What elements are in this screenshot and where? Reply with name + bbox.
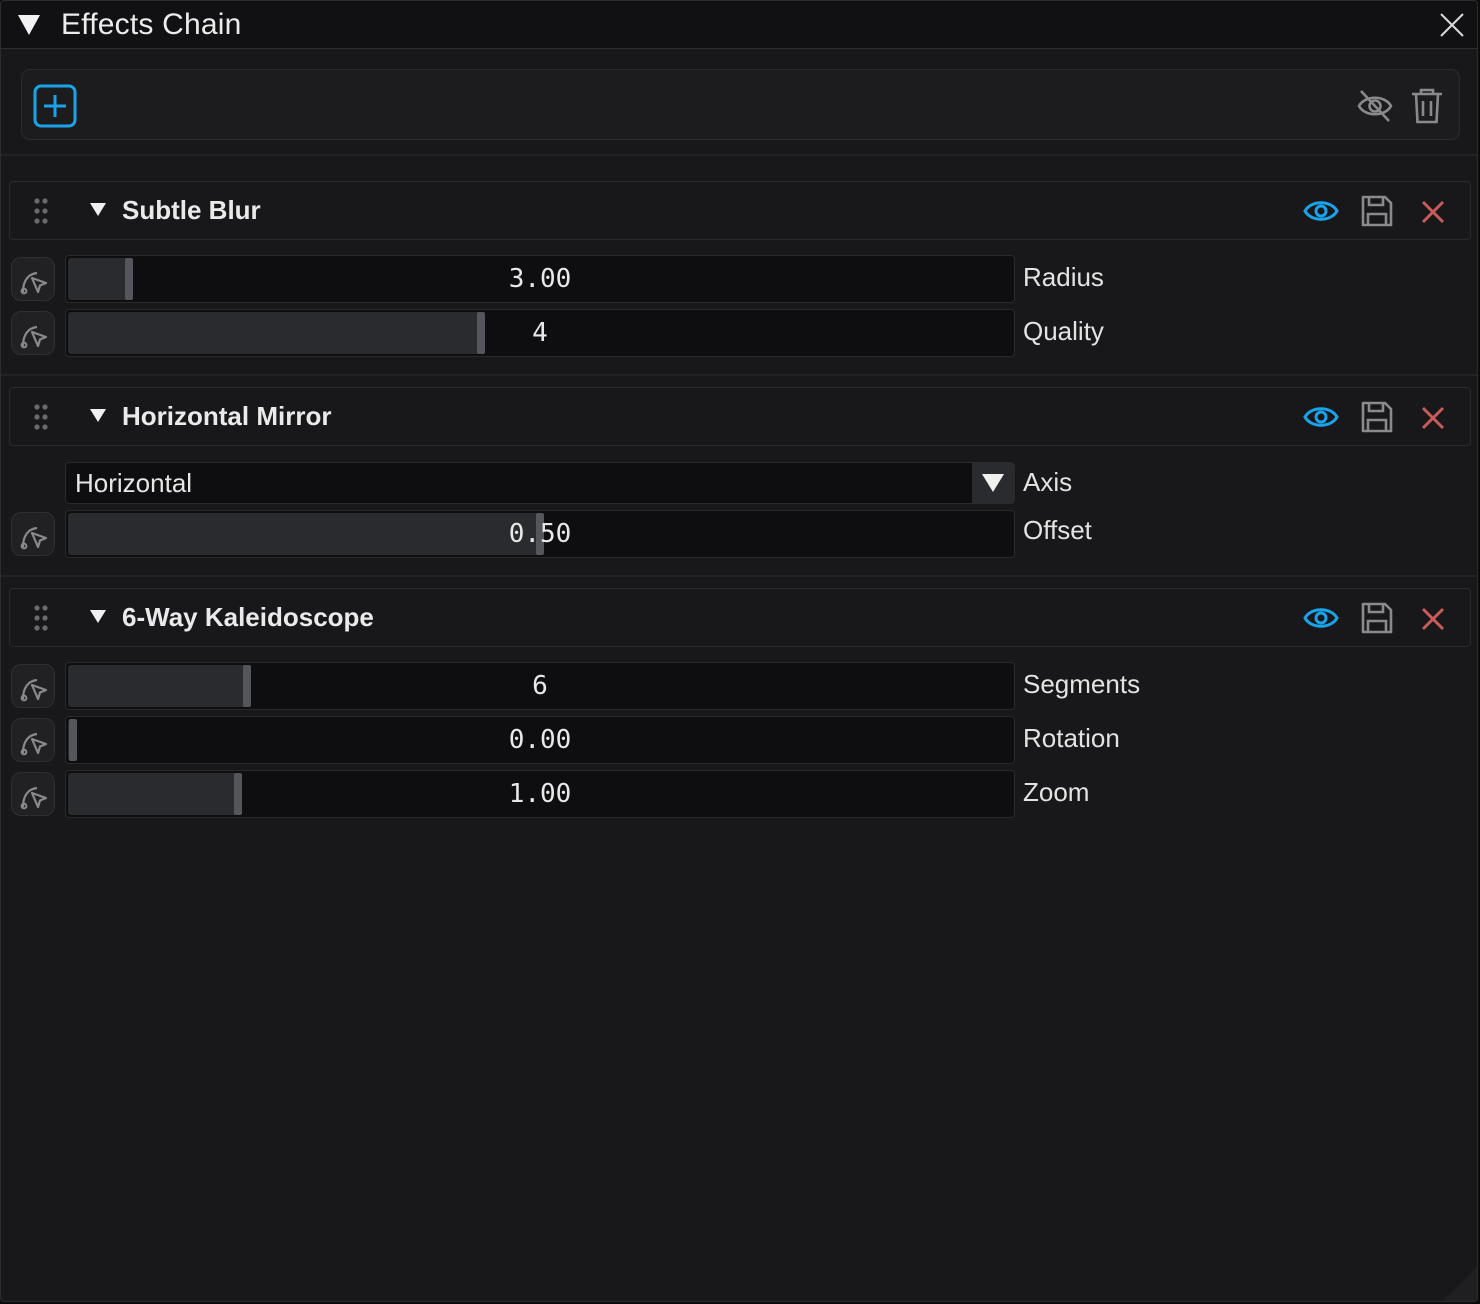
automation-button[interactable]	[11, 772, 55, 816]
effects-chain-window: Effects Chain Subtle Blur 3.00 Radius 4 …	[0, 0, 1478, 1302]
curve-cursor-icon	[20, 325, 48, 349]
save-preset-icon[interactable]	[1360, 400, 1394, 434]
chevron-down-icon	[982, 474, 1004, 492]
save-preset-icon[interactable]	[1360, 601, 1394, 635]
quality-slider[interactable]: 4	[65, 309, 1015, 357]
segments-slider[interactable]: 6	[65, 662, 1015, 710]
effect-name: 6-Way Kaleidoscope	[122, 602, 374, 632]
slider-value: 6	[532, 671, 548, 701]
add-effect-button[interactable]	[33, 84, 77, 128]
chain-toolbar	[21, 69, 1460, 140]
save-preset-icon[interactable]	[1360, 194, 1394, 228]
curve-cursor-icon	[20, 732, 48, 756]
slider-value: 4	[532, 318, 548, 348]
param-row-quality: 4 Quality	[1, 309, 1477, 357]
param-label: Axis	[1023, 467, 1073, 497]
slider-value: 1.00	[508, 779, 572, 809]
title-bar: Effects Chain	[1, 1, 1477, 49]
collapse-triangle-icon[interactable]	[17, 13, 41, 37]
visibility-eye-icon[interactable]	[1302, 194, 1340, 228]
delete-all-trash-icon[interactable]	[1409, 86, 1445, 126]
automation-button[interactable]	[11, 664, 55, 708]
curve-cursor-icon	[20, 678, 48, 702]
drag-handle-icon[interactable]	[32, 403, 50, 431]
dropdown-value: Horizontal	[75, 468, 193, 498]
slider-value: 3.00	[508, 264, 572, 294]
effect-header-horizontal-mirror[interactable]: Horizontal Mirror	[9, 387, 1471, 446]
param-row-zoom: 1.00 Zoom	[1, 770, 1477, 818]
param-label: Quality	[1023, 316, 1104, 346]
visibility-eye-icon[interactable]	[1302, 400, 1340, 434]
param-label: Zoom	[1023, 777, 1090, 807]
offset-slider[interactable]: 0.50	[65, 510, 1015, 558]
effect-name: Subtle Blur	[122, 195, 261, 225]
slider-value: 0.50	[508, 519, 572, 549]
hide-all-eye-off-icon[interactable]	[1355, 86, 1395, 126]
automation-button[interactable]	[11, 311, 55, 355]
collapse-triangle-icon[interactable]	[89, 201, 107, 219]
effect-header-subtle-blur[interactable]: Subtle Blur	[9, 181, 1471, 240]
param-label: Segments	[1023, 669, 1141, 699]
param-row-axis: Horizontal Axis	[1, 462, 1477, 510]
param-label: Radius	[1023, 262, 1104, 292]
close-window-icon[interactable]	[1437, 10, 1467, 40]
visibility-eye-icon[interactable]	[1302, 601, 1340, 635]
automation-button[interactable]	[11, 512, 55, 556]
curve-cursor-icon	[20, 526, 48, 550]
automation-button[interactable]	[11, 257, 55, 301]
param-label: Rotation	[1023, 723, 1120, 753]
remove-effect-icon[interactable]	[1416, 401, 1450, 435]
collapse-triangle-icon[interactable]	[89, 608, 107, 626]
param-label: Offset	[1023, 515, 1092, 545]
drag-handle-icon[interactable]	[32, 197, 50, 225]
rotation-slider[interactable]: 0.00	[65, 716, 1015, 764]
divider	[1, 575, 1477, 577]
axis-dropdown[interactable]: Horizontal	[65, 462, 1015, 504]
collapse-triangle-icon[interactable]	[89, 407, 107, 425]
slider-value: 0.00	[508, 725, 572, 755]
remove-effect-icon[interactable]	[1416, 602, 1450, 636]
dropdown-arrow[interactable]	[972, 463, 1014, 503]
param-row-rotation: 0.00 Rotation	[1, 716, 1477, 764]
resize-grip-icon[interactable]	[1439, 1263, 1477, 1301]
param-row-segments: 6 Segments	[1, 662, 1477, 710]
automation-button[interactable]	[11, 718, 55, 762]
window-title: Effects Chain	[61, 8, 242, 41]
remove-effect-icon[interactable]	[1416, 195, 1450, 229]
divider	[1, 154, 1477, 156]
curve-cursor-icon	[20, 786, 48, 810]
radius-slider[interactable]: 3.00	[65, 255, 1015, 303]
curve-cursor-icon	[20, 271, 48, 295]
effect-name: Horizontal Mirror	[122, 401, 332, 431]
zoom-slider[interactable]: 1.00	[65, 770, 1015, 818]
param-row-offset: 0.50 Offset	[1, 510, 1477, 558]
effect-header-kaleidoscope[interactable]: 6-Way Kaleidoscope	[9, 588, 1471, 647]
divider	[1, 374, 1477, 376]
param-row-radius: 3.00 Radius	[1, 255, 1477, 303]
drag-handle-icon[interactable]	[32, 604, 50, 632]
